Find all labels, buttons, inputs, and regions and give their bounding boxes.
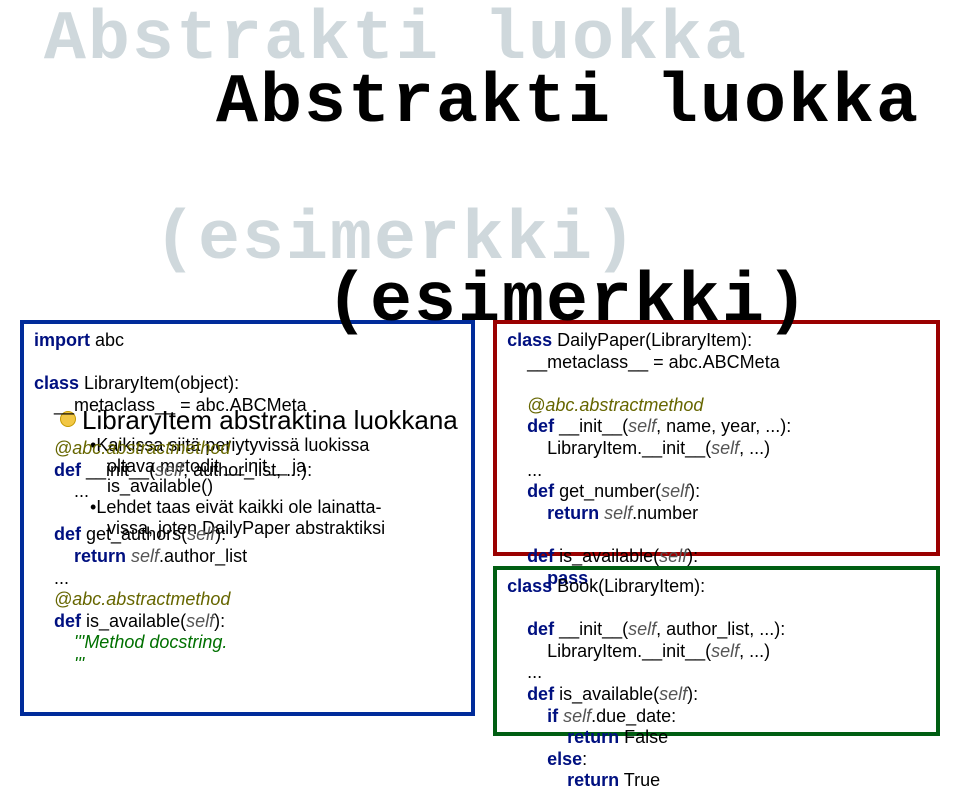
slide-title-line-1: Abstrakti luokkaAbstrakti luokka [40,4,920,204]
code-book: class Book(LibraryItem): def __init__(se… [493,566,940,736]
code-libraryitem: import abc class LibraryItem(object): __… [20,320,475,716]
code-dailypaper: class DailyPaper(LibraryItem): __metacla… [493,320,940,556]
